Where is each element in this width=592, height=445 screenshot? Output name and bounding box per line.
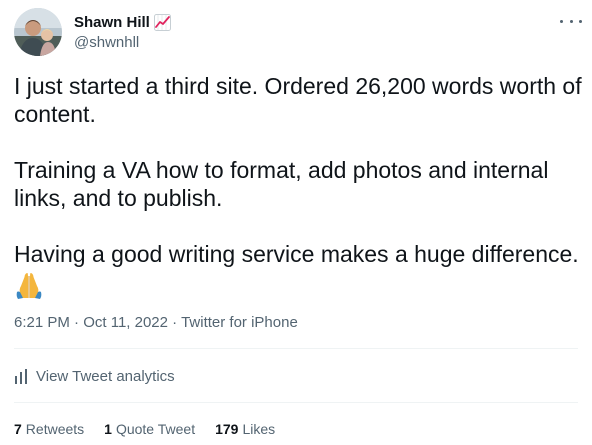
tweet-paragraph: Having a good writing service makes a hu… xyxy=(14,241,579,267)
avatar-photo xyxy=(14,8,62,56)
analytics-bars-icon xyxy=(15,368,27,384)
tweet-paragraph: Training a VA how to format, add photos … xyxy=(14,157,549,211)
more-options-icon[interactable] xyxy=(560,14,582,28)
tweet-paragraph: I just started a third site. Ordered 26,… xyxy=(14,73,582,127)
author-name[interactable]: Shawn Hill xyxy=(74,14,150,31)
quote-tweets-count: 1 xyxy=(104,421,112,437)
view-analytics-label: View Tweet analytics xyxy=(36,367,175,385)
author-name-row: Shawn Hill xyxy=(74,12,171,32)
retweets-label: Retweets xyxy=(25,421,85,437)
view-analytics-button[interactable]: View Tweet analytics xyxy=(14,366,175,386)
tweet-meta: 6:21 PM · Oct 11, 2022 · Twitter for iPh… xyxy=(14,314,298,331)
retweets-stat[interactable]: 7 Retweets xyxy=(14,421,84,437)
likes-label: Likes xyxy=(242,421,276,437)
tweet-source[interactable]: Twitter for iPhone xyxy=(181,314,298,331)
likes-count: 179 xyxy=(215,421,239,437)
chart-increasing-icon xyxy=(153,13,171,31)
tweet-stats: 7 Retweets 1 Quote Tweet 179 Likes xyxy=(14,421,295,437)
tweet-text: I just started a third site. Ordered 26,… xyxy=(14,72,586,300)
likes-stat[interactable]: 179 Likes xyxy=(215,421,275,437)
author-block: Shawn Hill @shwnhll xyxy=(74,12,171,51)
tweet-date[interactable]: Oct 11, 2022 xyxy=(83,314,168,331)
quote-tweets-label: Quote Tweet xyxy=(115,421,196,437)
folded-hands-icon xyxy=(14,270,44,300)
meta-separator: · xyxy=(69,314,84,331)
meta-separator: · xyxy=(168,314,182,331)
quote-tweets-stat[interactable]: 1 Quote Tweet xyxy=(104,421,195,437)
tweet-time[interactable]: 6:21 PM xyxy=(14,314,70,331)
retweets-count: 7 xyxy=(14,421,22,437)
divider xyxy=(14,348,578,349)
author-handle[interactable]: @shwnhll xyxy=(74,34,171,51)
divider xyxy=(14,402,578,403)
tweet-card: Shawn Hill @shwnhll I just started a thi… xyxy=(0,0,592,445)
avatar[interactable] xyxy=(14,8,62,56)
